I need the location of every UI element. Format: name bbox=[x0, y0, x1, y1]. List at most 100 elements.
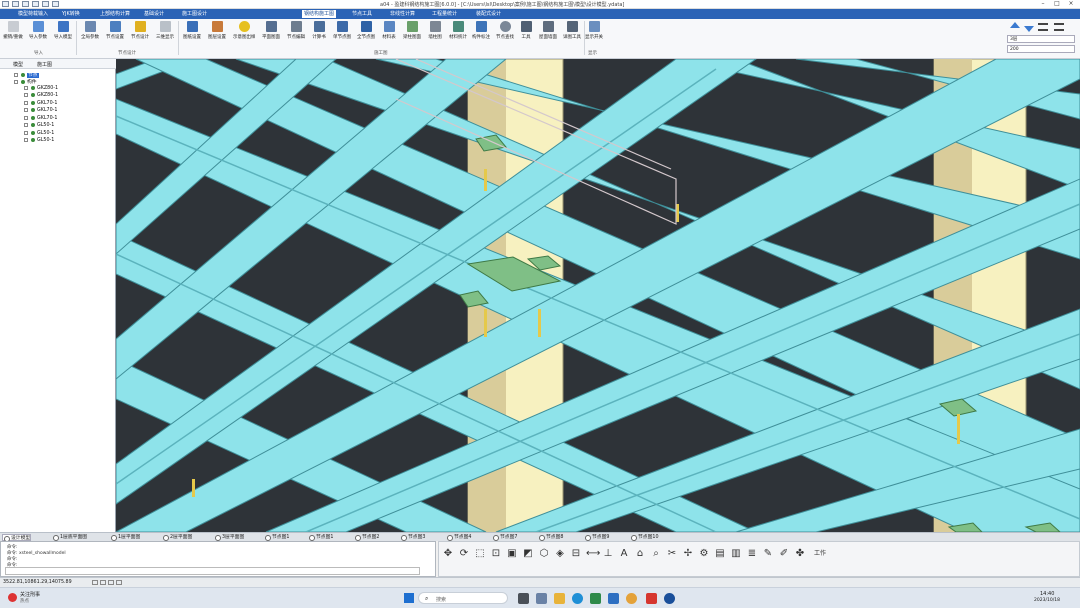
pdf-icon[interactable]: ▤ bbox=[714, 548, 726, 560]
3d-viewport[interactable] bbox=[116, 59, 1080, 532]
expand-icon[interactable] bbox=[24, 138, 28, 142]
detail-tools-button[interactable]: 详图工具 bbox=[561, 21, 583, 40]
measure-icon[interactable]: ⟷ bbox=[586, 548, 600, 560]
tab-node1[interactable]: 节点图1 bbox=[264, 534, 289, 541]
tree-item[interactable]: GKL70-1 bbox=[24, 101, 57, 106]
edge-icon[interactable] bbox=[572, 593, 583, 604]
ortho-icon[interactable] bbox=[108, 580, 114, 585]
steel-structure-model[interactable] bbox=[116, 59, 1080, 532]
start-icon[interactable] bbox=[404, 593, 414, 603]
tag-icon[interactable]: ⌂ bbox=[634, 548, 646, 560]
wall-column-button[interactable]: 墙柱图 bbox=[424, 21, 446, 40]
layers-icon[interactable] bbox=[1038, 23, 1048, 31]
wireframe-icon[interactable]: ⬡ bbox=[538, 548, 550, 560]
tab-node9[interactable]: 节点图9 bbox=[584, 534, 609, 541]
tab-construction-drawing[interactable]: 施工图 bbox=[37, 61, 52, 68]
news-icon[interactable] bbox=[8, 593, 17, 602]
tab-node2[interactable]: 节点图1 bbox=[308, 534, 333, 541]
tab-node-a[interactable]: 节点图3 bbox=[400, 534, 425, 541]
tab-node8[interactable]: 节点图8 bbox=[538, 534, 563, 541]
tab-drawing[interactable]: 施工图设计 bbox=[180, 10, 209, 18]
settings-icon[interactable]: ⚙ bbox=[698, 548, 710, 560]
node-design-button[interactable]: 节点设计 bbox=[129, 21, 151, 40]
3d-display-button[interactable]: 三维显示 bbox=[154, 21, 176, 40]
work-label[interactable]: 工作 bbox=[812, 548, 828, 560]
undo-icon[interactable] bbox=[42, 1, 49, 7]
single-node-button[interactable]: 单节点图 bbox=[331, 21, 353, 40]
material-stats-button[interactable]: 材料统计 bbox=[447, 21, 469, 40]
undo-redo-button[interactable]: 撤销/重做 bbox=[2, 21, 24, 40]
zoom-window-icon[interactable]: ⬚ bbox=[474, 548, 486, 560]
task-view-icon[interactable] bbox=[518, 593, 529, 604]
tree-item[interactable]: GL50-1 bbox=[24, 123, 54, 128]
import-model-button[interactable]: 导入模型 bbox=[52, 21, 74, 40]
plot-icon[interactable]: ✤ bbox=[794, 548, 806, 560]
tab-upper-calc[interactable]: 上部结构计算 bbox=[98, 10, 132, 18]
tree-member-root[interactable]: 构件 bbox=[14, 78, 37, 85]
list-icon[interactable] bbox=[1054, 23, 1064, 31]
shade-icon[interactable]: ◩ bbox=[522, 548, 534, 560]
clip-icon[interactable]: ✂ bbox=[666, 548, 678, 560]
tab-quantity[interactable]: 工程量统计 bbox=[430, 10, 459, 18]
search-box[interactable]: ⌕ 搜索 bbox=[418, 592, 508, 604]
global-params-button[interactable]: 全局参数 bbox=[79, 21, 101, 40]
layer-settings-button[interactable]: 图层设置 bbox=[206, 21, 228, 40]
tab-floor1-bottom[interactable]: 1层底平面图 bbox=[52, 534, 87, 541]
plan-drawing-button[interactable]: 平面图面 bbox=[260, 21, 282, 40]
app-icon[interactable] bbox=[2, 1, 9, 7]
news-title[interactable]: 关注刑事 bbox=[20, 591, 40, 598]
move-icon[interactable]: ✢ bbox=[682, 548, 694, 560]
node-edit-button[interactable]: 节点编辑 bbox=[285, 21, 307, 40]
arrow-down-icon[interactable] bbox=[1024, 26, 1034, 32]
osnap-icon[interactable] bbox=[116, 580, 122, 585]
app-icon[interactable] bbox=[536, 593, 547, 604]
grid-icon[interactable] bbox=[100, 580, 106, 585]
expand-icon[interactable] bbox=[24, 131, 28, 135]
pan-icon[interactable]: ✥ bbox=[442, 548, 454, 560]
tab-foundation[interactable]: 基础设计 bbox=[142, 10, 166, 18]
tab-prefab[interactable]: 装配式设计 bbox=[474, 10, 503, 18]
redo-icon[interactable] bbox=[52, 1, 59, 7]
dimension-icon[interactable]: ⊥ bbox=[602, 548, 614, 560]
tree-item[interactable]: GL50-1 bbox=[24, 131, 54, 136]
app-icon[interactable] bbox=[590, 593, 601, 604]
sample-drawing-button[interactable]: 示意图出样 bbox=[233, 21, 255, 40]
tree-item[interactable]: GKL70-1 bbox=[24, 108, 57, 113]
dwg-icon[interactable]: ▥ bbox=[730, 548, 742, 560]
tab-model-load[interactable]: 模型荷载输入 bbox=[16, 10, 50, 18]
yjk-icon[interactable] bbox=[664, 593, 675, 604]
zoom-all-icon[interactable]: ⊡ bbox=[490, 548, 502, 560]
view-cube-icon[interactable]: ▣ bbox=[506, 548, 518, 560]
tab-node7[interactable]: 节点图7 bbox=[492, 534, 517, 541]
iso-icon[interactable]: ◈ bbox=[554, 548, 566, 560]
explorer-icon[interactable] bbox=[554, 593, 565, 604]
material-table-button[interactable]: 材料表 bbox=[378, 21, 400, 40]
tab-floor1[interactable]: 1层平面图 bbox=[110, 534, 140, 541]
import-params-button[interactable]: 导入参数 bbox=[27, 21, 49, 40]
tool-icon[interactable]: ✎ bbox=[762, 548, 774, 560]
view-nav-icons[interactable] bbox=[1010, 22, 1074, 33]
section-icon[interactable]: ⊟ bbox=[570, 548, 582, 560]
maximize-button[interactable]: □ bbox=[1050, 0, 1064, 8]
new-icon[interactable] bbox=[12, 1, 19, 7]
search-icon[interactable]: ⌕ bbox=[650, 548, 662, 560]
drawing-settings-button[interactable]: 图纸设置 bbox=[181, 21, 203, 40]
tree-item[interactable]: GL50-1 bbox=[24, 138, 54, 143]
open-icon[interactable] bbox=[22, 1, 29, 7]
text-icon[interactable]: A bbox=[618, 548, 630, 560]
all-nodes-button[interactable]: 全节点图 bbox=[355, 21, 377, 40]
tab-node10[interactable]: 节点图10 bbox=[630, 534, 659, 541]
roof-wall-button[interactable]: 屋面墙面 bbox=[537, 21, 559, 40]
close-button[interactable]: × bbox=[1064, 0, 1078, 8]
tab-design-model[interactable]: 设计模型 bbox=[2, 534, 32, 542]
expand-icon[interactable] bbox=[24, 108, 28, 112]
floor-select[interactable]: 3层 bbox=[1007, 35, 1075, 43]
expand-icon[interactable] bbox=[14, 80, 18, 84]
expand-icon[interactable] bbox=[24, 93, 28, 97]
expand-icon[interactable] bbox=[14, 73, 18, 77]
tab-floor3[interactable]: 3层平面图 bbox=[214, 534, 244, 541]
tree-node-root[interactable]: 节点 bbox=[14, 71, 39, 78]
expand-icon[interactable] bbox=[24, 116, 28, 120]
calc-book-button[interactable]: 计算书 bbox=[308, 21, 330, 40]
layer-icon[interactable]: ≣ bbox=[746, 548, 758, 560]
